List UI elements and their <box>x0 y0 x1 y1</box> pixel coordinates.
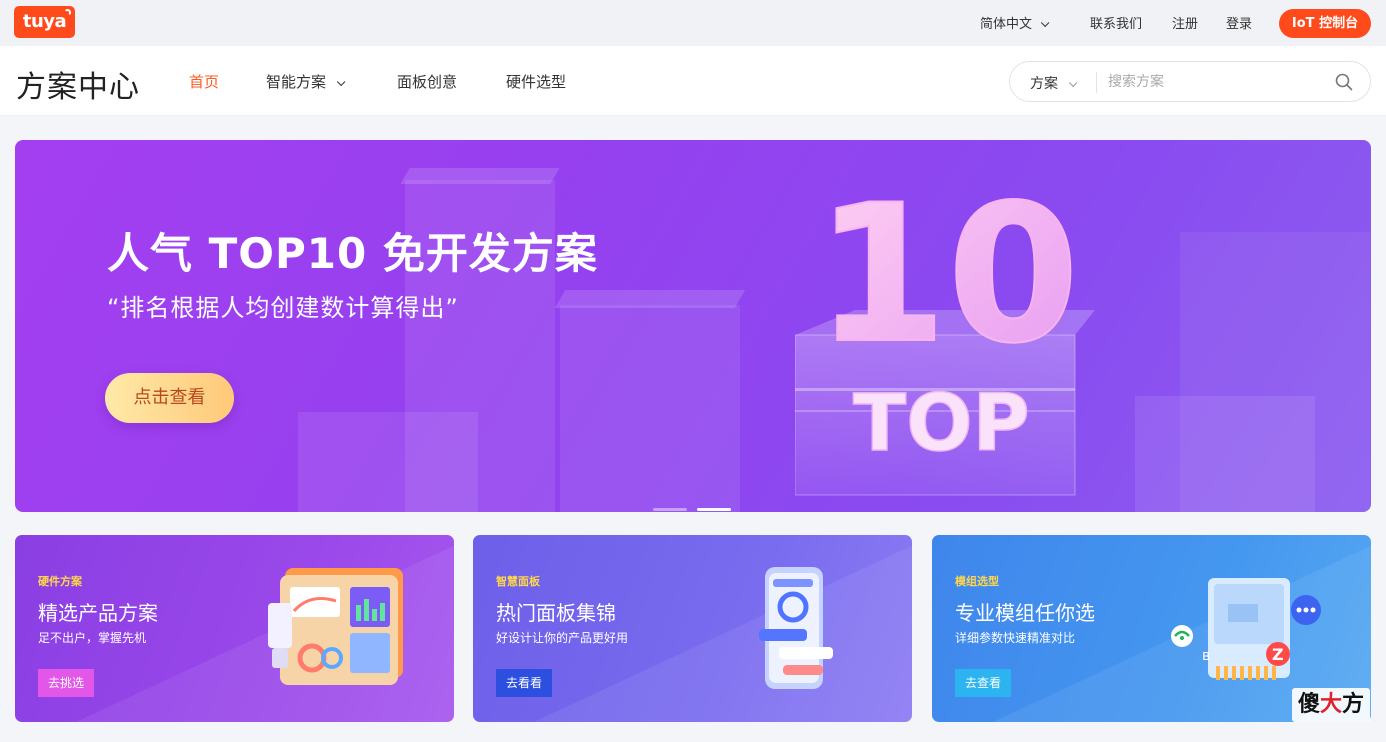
decorative-block <box>298 412 478 512</box>
card-description: 好设计让你的产品更好用 <box>496 631 629 645</box>
chevron-down-icon <box>336 77 346 87</box>
dashboard-illustration <box>268 568 403 685</box>
svg-text:ʙ: ʙ <box>1202 648 1210 664</box>
card-tag: 硬件方案 <box>38 575 82 588</box>
card-hardware-solutions[interactable]: 硬件方案 精选产品方案 足不出户，掌握先机 去挑选 <box>15 535 454 722</box>
card-tag: 智慧面板 <box>496 575 540 588</box>
nav-item-solutions-label: 智能方案 <box>266 73 327 91</box>
nav-item-solutions[interactable]: 智能方案 <box>266 71 346 92</box>
hero-view-button[interactable]: 点击查看 <box>105 373 234 423</box>
svg-text:Z: Z <box>1272 645 1284 664</box>
tuya-logo[interactable]: tuya <box>14 6 75 38</box>
search-input[interactable] <box>1108 70 1318 94</box>
hero-title: 人气 TOP10 免开发方案 <box>107 229 598 278</box>
card-tag: 模组选型 <box>955 575 999 588</box>
card-description: 足不出户，掌握先机 <box>38 631 147 645</box>
search-bar: 方案 <box>1009 61 1371 102</box>
top-bar: tuya 简体中文 联系我们 注册 登录 IoT 控制台 <box>0 0 1386 46</box>
divider <box>1096 72 1097 93</box>
decorative-block <box>400 168 560 184</box>
main-nav: 方案中心 首页 智能方案 面板创意 硬件选型 方案 <box>0 46 1386 116</box>
phone-illustration <box>759 567 833 689</box>
carousel-dot-active[interactable] <box>697 508 731 511</box>
pick-button[interactable]: 去挑选 <box>38 669 94 697</box>
module-illustration: Z ʙ <box>1171 578 1321 680</box>
card-title: 热门面板集锦 <box>496 601 616 625</box>
card-description: 详细参数快速精准对比 <box>955 631 1076 645</box>
top10-graphic: 10 TOP <box>795 170 1095 496</box>
nav-item-home[interactable]: 首页 <box>189 71 219 92</box>
nav-item-hardware[interactable]: 硬件选型 <box>506 71 566 92</box>
view-button[interactable]: 去看看 <box>496 669 552 697</box>
nav-item-panels[interactable]: 面板创意 <box>397 71 457 92</box>
inspect-button[interactable]: 去查看 <box>955 669 1011 697</box>
card-smart-panels[interactable]: 智慧面板 热门面板集锦 好设计让你的产品更好用 去看看 <box>473 535 912 722</box>
iot-console-button[interactable]: IoT 控制台 <box>1279 9 1371 38</box>
search-category-label: 方案 <box>1030 76 1058 92</box>
carousel-indicator <box>653 496 741 512</box>
hero-subtitle: “排名根据人均创建数计算得出” <box>107 294 459 322</box>
top10-number: 10 <box>815 170 1079 385</box>
hero-banner[interactable]: 人气 TOP10 免开发方案 “排名根据人均创建数计算得出” 点击查看 10 T… <box>15 140 1371 512</box>
decorative-block <box>1180 232 1370 512</box>
decorative-block <box>560 305 740 512</box>
search-category-select[interactable]: 方案 <box>1030 73 1078 93</box>
top-word: TOP <box>853 379 1030 469</box>
login-link[interactable]: 登录 <box>1226 13 1252 32</box>
page-title: 方案中心 <box>16 70 140 105</box>
carousel-dot[interactable] <box>653 508 687 511</box>
language-label: 简体中文 <box>980 17 1033 32</box>
logo-text: tuya <box>22 11 67 32</box>
language-selector[interactable]: 简体中文 <box>980 13 1050 32</box>
watermark-logo: 傻大方 <box>1292 688 1370 722</box>
wifi-icon <box>64 9 71 16</box>
contact-link[interactable]: 联系我们 <box>1090 13 1142 32</box>
decorative-block <box>554 290 746 308</box>
chevron-down-icon <box>1040 18 1050 28</box>
card-title: 精选产品方案 <box>38 601 158 625</box>
register-link[interactable]: 注册 <box>1172 13 1198 32</box>
search-icon[interactable] <box>1335 73 1353 91</box>
chevron-down-icon <box>1068 78 1078 88</box>
card-title: 专业模组任你选 <box>955 601 1095 625</box>
